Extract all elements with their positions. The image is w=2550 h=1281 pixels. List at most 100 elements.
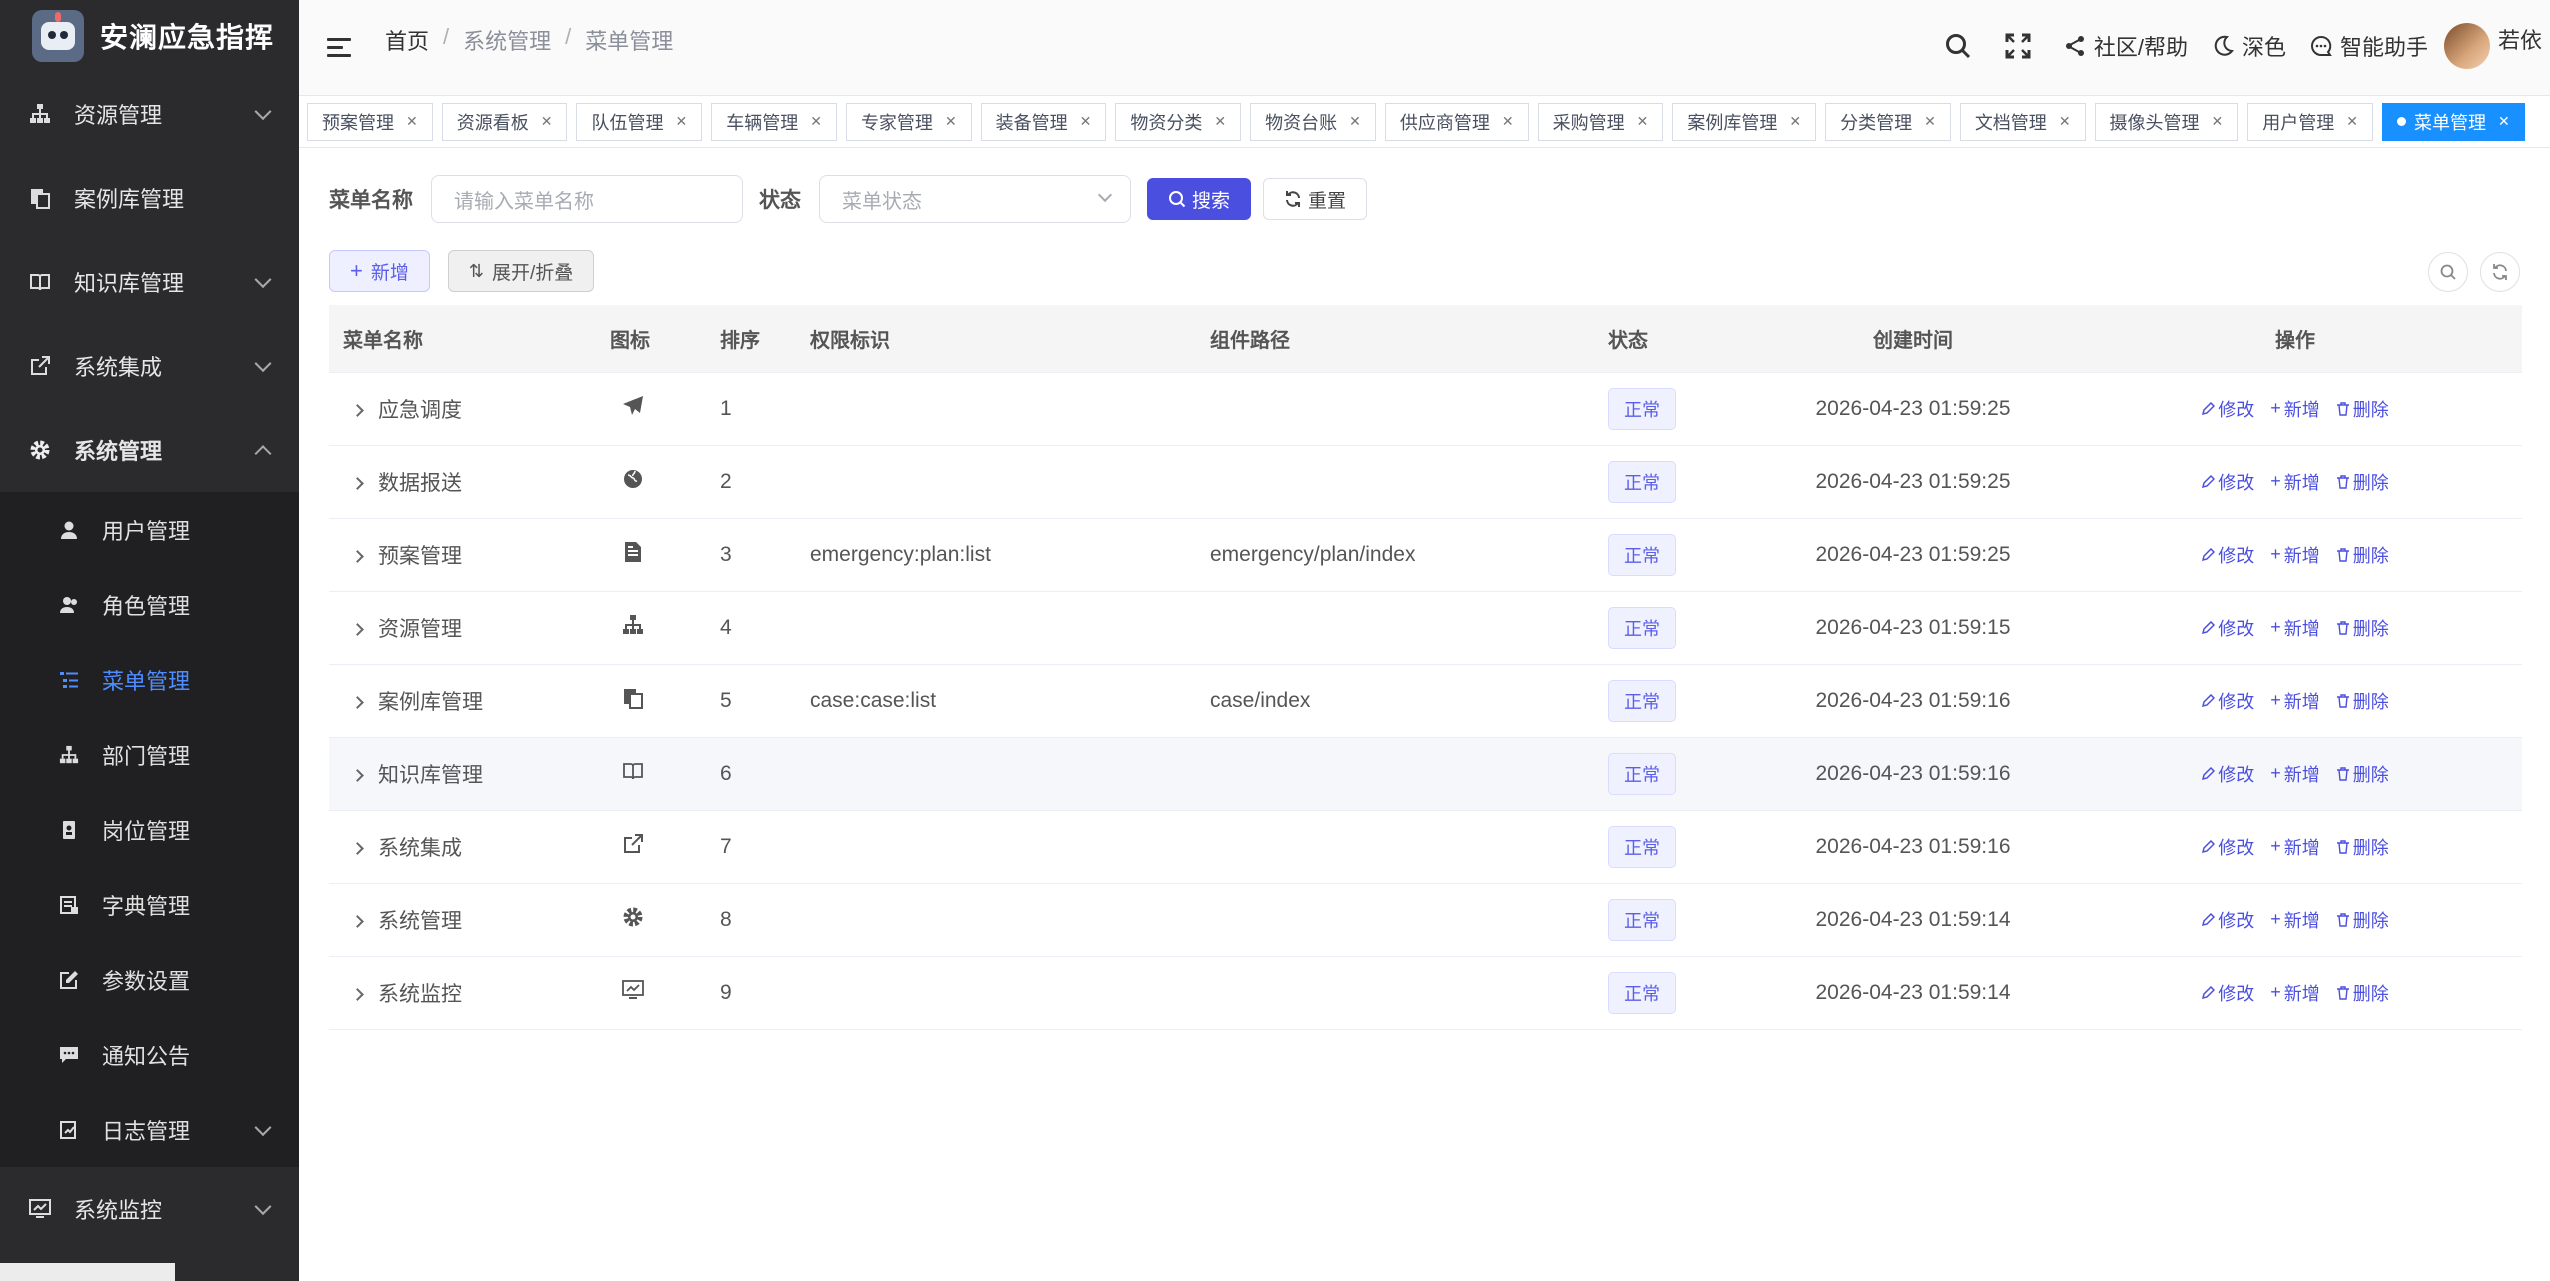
add-child-button[interactable]: + 新增 xyxy=(2270,907,2320,933)
expand-arrow-icon[interactable] xyxy=(351,914,364,928)
add-child-button[interactable]: + 新增 xyxy=(2270,688,2320,714)
close-icon[interactable]: ✕ xyxy=(1080,113,1092,130)
menu-name-input[interactable]: 请输入菜单名称 xyxy=(431,175,743,223)
edit-button[interactable]: 修改 xyxy=(2201,396,2254,422)
sidebar-item-knowledge[interactable]: 知识库管理 xyxy=(0,240,299,324)
table-row[interactable]: 预案管理 3 emergency:plan:list emergency/plan/i… xyxy=(329,518,2522,592)
table-row[interactable]: 系统集成 7 正常 2026-04-23 01:59:16 修改 + 新增 删除 xyxy=(329,810,2522,884)
breadcrumb-home[interactable]: 首页 xyxy=(385,24,429,56)
tab-document[interactable]: 文档管理 ✕ xyxy=(1959,102,2086,141)
delete-button[interactable]: 删除 xyxy=(2336,907,2389,933)
sidebar-item-system[interactable]: 系统管理 xyxy=(0,408,299,492)
table-row[interactable]: 应急调度 1 正常 2026-04-23 01:59:25 修改 + 新增 删除 xyxy=(329,372,2522,446)
refresh-button[interactable] xyxy=(2480,252,2520,292)
sidebar-item-role[interactable]: 角色管理 xyxy=(0,567,299,642)
edit-button[interactable]: 修改 xyxy=(2201,469,2254,495)
expand-collapse-button[interactable]: ⇅ 展开/折叠 xyxy=(447,250,595,292)
tab-user[interactable]: 用户管理 ✕ xyxy=(2247,102,2374,141)
tab-team[interactable]: 队伍管理 ✕ xyxy=(576,102,703,141)
tab-menu[interactable]: 菜单管理 ✕ xyxy=(2382,102,2525,141)
close-icon[interactable]: ✕ xyxy=(675,113,687,130)
fullscreen-button[interactable] xyxy=(2004,32,2040,60)
close-icon[interactable]: ✕ xyxy=(541,113,553,130)
tab-resource-board[interactable]: 资源看板 ✕ xyxy=(441,102,568,141)
community-help-link[interactable]: 社区/帮助 xyxy=(2064,30,2188,62)
delete-button[interactable]: 删除 xyxy=(2336,688,2389,714)
close-icon[interactable]: ✕ xyxy=(406,113,418,130)
username[interactable]: 若依 xyxy=(2498,23,2542,55)
toggle-search-button[interactable] xyxy=(2428,252,2468,292)
table-row[interactable]: 系统监控 9 正常 2026-04-23 01:59:14 修改 + 新增 删除 xyxy=(329,956,2522,1030)
expand-arrow-icon[interactable] xyxy=(351,476,364,490)
sidebar-item-resource[interactable]: 资源管理 xyxy=(0,72,299,156)
sidebar-item-notice[interactable]: 通知公告 xyxy=(0,1017,299,1092)
expand-arrow-icon[interactable] xyxy=(351,403,364,417)
close-icon[interactable]: ✕ xyxy=(945,113,957,130)
edit-button[interactable]: 修改 xyxy=(2201,980,2254,1006)
expand-arrow-icon[interactable] xyxy=(351,695,364,709)
add-child-button[interactable]: + 新增 xyxy=(2270,980,2320,1006)
table-row[interactable]: 数据报送 2 正常 2026-04-23 01:59:25 修改 + 新增 删除 xyxy=(329,445,2522,519)
close-icon[interactable]: ✕ xyxy=(810,113,822,130)
assistant-button[interactable]: 智能助手 xyxy=(2310,30,2428,62)
add-child-button[interactable]: + 新增 xyxy=(2270,761,2320,787)
delete-button[interactable]: 删除 xyxy=(2336,542,2389,568)
close-icon[interactable]: ✕ xyxy=(1214,113,1226,130)
collapse-sidebar-icon[interactable] xyxy=(327,38,351,60)
tab-material-ledger[interactable]: 物资台账 ✕ xyxy=(1250,102,1376,141)
edit-button[interactable]: 修改 xyxy=(2201,688,2254,714)
edit-button[interactable]: 修改 xyxy=(2201,761,2254,787)
sidebar-item-monitor[interactable]: 系统监控 xyxy=(0,1167,299,1251)
delete-button[interactable]: 删除 xyxy=(2336,761,2389,787)
table-row[interactable]: 系统管理 8 正常 2026-04-23 01:59:14 修改 + 新增 删除 xyxy=(329,883,2522,957)
expand-arrow-icon[interactable] xyxy=(351,549,364,563)
sidebar-item-post[interactable]: 岗位管理 xyxy=(0,792,299,867)
expand-arrow-icon[interactable] xyxy=(351,987,364,1001)
tab-equipment[interactable]: 装备管理 ✕ xyxy=(980,102,1107,141)
table-row[interactable]: 案例库管理 5 case:case:list case/index 正常 2026-04-… xyxy=(329,664,2522,738)
theme-toggle[interactable]: 深色 xyxy=(2212,30,2286,62)
avatar[interactable] xyxy=(2443,23,2490,69)
logo[interactable]: 安澜应急指挥 xyxy=(0,0,299,72)
close-icon[interactable]: ✕ xyxy=(2212,113,2224,130)
sidebar-item-menu[interactable]: 菜单管理 xyxy=(0,642,299,717)
tab-camera[interactable]: 摄像头管理 ✕ xyxy=(2094,102,2239,141)
tab-supplier[interactable]: 供应商管理 ✕ xyxy=(1384,102,1529,141)
tab-purchase[interactable]: 采购管理 ✕ xyxy=(1537,102,1664,141)
edit-button[interactable]: 修改 xyxy=(2201,615,2254,641)
table-row[interactable]: 资源管理 4 正常 2026-04-23 01:59:15 修改 + 新增 删除 xyxy=(329,591,2522,665)
tab-vehicle[interactable]: 车辆管理 ✕ xyxy=(711,102,837,141)
add-child-button[interactable]: + 新增 xyxy=(2270,542,2320,568)
delete-button[interactable]: 删除 xyxy=(2336,469,2389,495)
close-icon[interactable]: ✕ xyxy=(1637,113,1649,130)
search-button[interactable]: 搜索 xyxy=(1147,178,1252,220)
delete-button[interactable]: 删除 xyxy=(2336,834,2389,860)
sidebar-item-user[interactable]: 用户管理 xyxy=(0,492,299,567)
close-icon[interactable]: ✕ xyxy=(2498,113,2510,130)
tab-category[interactable]: 分类管理 ✕ xyxy=(1825,102,1951,141)
sidebar-item-integration[interactable]: 系统集成 xyxy=(0,324,299,408)
edit-button[interactable]: 修改 xyxy=(2201,907,2254,933)
add-child-button[interactable]: + 新增 xyxy=(2270,615,2320,641)
tab-expert[interactable]: 专家管理 ✕ xyxy=(845,102,972,141)
close-icon[interactable]: ✕ xyxy=(1349,113,1361,130)
add-child-button[interactable]: + 新增 xyxy=(2270,469,2320,495)
sidebar-item-dept[interactable]: 部门管理 xyxy=(0,717,299,792)
close-icon[interactable]: ✕ xyxy=(2346,113,2358,130)
sidebar-item-dict[interactable]: 字典管理 xyxy=(0,867,299,942)
expand-arrow-icon[interactable] xyxy=(351,768,364,782)
delete-button[interactable]: 删除 xyxy=(2336,980,2389,1006)
edit-button[interactable]: 修改 xyxy=(2201,834,2254,860)
edit-button[interactable]: 修改 xyxy=(2201,542,2254,568)
sidebar-item-config[interactable]: 参数设置 xyxy=(0,942,299,1017)
close-icon[interactable]: ✕ xyxy=(1502,113,1514,130)
tab-case-library[interactable]: 案例库管理 ✕ xyxy=(1672,102,1817,141)
tab-material-category[interactable]: 物资分类 ✕ xyxy=(1115,102,1242,141)
add-button[interactable]: + 新增 xyxy=(329,250,430,292)
sidebar-item-case[interactable]: 案例库管理 xyxy=(0,156,299,240)
sidebar-item-log[interactable]: 日志管理 xyxy=(0,1092,299,1167)
add-child-button[interactable]: + 新增 xyxy=(2270,834,2320,860)
expand-arrow-icon[interactable] xyxy=(351,841,364,855)
add-child-button[interactable]: + 新增 xyxy=(2270,396,2320,422)
close-icon[interactable]: ✕ xyxy=(1924,113,1936,130)
